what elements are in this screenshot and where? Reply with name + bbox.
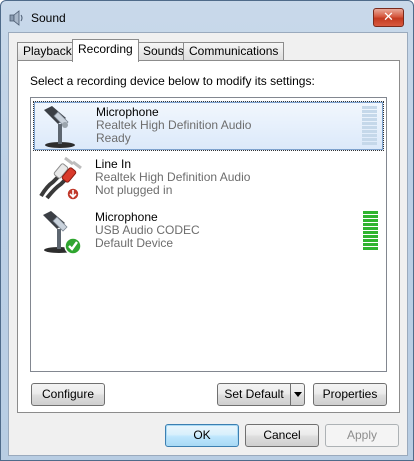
device-text: Line In Realtek High Definition Audio No… [95, 158, 250, 197]
level-meter-segment [363, 211, 378, 214]
speaker-icon [9, 10, 23, 26]
level-meter-segment [362, 134, 377, 137]
apply-label: Apply [346, 428, 378, 442]
device-item-microphone-realtek[interactable]: Microphone Realtek High Definition Audio… [33, 101, 384, 151]
device-text: Microphone USB Audio CODEC Default Devic… [95, 211, 200, 250]
configure-label: Configure [41, 387, 95, 401]
title-bar[interactable]: Sound ✕ [1, 1, 413, 33]
set-default-split-button[interactable]: Set Default [217, 383, 305, 406]
device-status: Default Device [95, 236, 174, 250]
device-item-line-in[interactable]: Line In Realtek High Definition Audio No… [33, 154, 384, 204]
level-meter-segment [363, 219, 378, 222]
device-status: Ready [96, 131, 131, 145]
level-meter-segment [363, 231, 378, 234]
device-item-microphone-usb[interactable]: Microphone USB Audio CODEC Default Devic… [33, 207, 384, 257]
tab-playback[interactable]: Playback [17, 42, 78, 61]
chevron-down-icon[interactable] [290, 384, 304, 405]
set-default-label: Set Default [224, 387, 284, 401]
ok-label: OK [193, 428, 211, 442]
tab-recording[interactable]: Recording [72, 39, 139, 62]
properties-button[interactable]: Properties [313, 383, 387, 406]
level-meter-segment [362, 126, 377, 129]
level-meter [363, 211, 378, 251]
level-meter-segment [362, 138, 377, 141]
level-meter-segment [363, 243, 378, 246]
dialog-client-area: Playback Recording Sounds Communications… [8, 32, 408, 456]
level-meter-segment [362, 130, 377, 133]
level-meter [362, 106, 377, 146]
line-in-jack-icon [39, 156, 82, 201]
tab-communications[interactable]: Communications [183, 42, 285, 61]
close-icon: ✕ [383, 10, 394, 25]
microphone-icon [44, 106, 75, 148]
cancel-label: Cancel [263, 428, 301, 442]
ok-button[interactable]: OK [165, 424, 239, 447]
sound-dialog-window: Sound ✕ Playback Recording Sounds Commun… [0, 0, 414, 461]
level-meter-segment [363, 235, 378, 238]
tab-sounds[interactable]: Sounds [137, 42, 190, 61]
level-meter-segment [362, 114, 377, 117]
level-meter-segment [362, 110, 377, 113]
level-meter-segment [363, 223, 378, 226]
apply-button[interactable]: Apply [325, 424, 399, 447]
level-meter-segment [362, 118, 377, 121]
level-meter-segment [363, 247, 378, 250]
device-status: Not plugged in [95, 183, 173, 197]
level-meter-segment [363, 227, 378, 230]
device-list[interactable]: Microphone Realtek High Definition Audio… [30, 97, 387, 372]
close-button[interactable]: ✕ [373, 8, 404, 27]
microphone-default-icon [43, 211, 82, 255]
device-text: Microphone Realtek High Definition Audio… [96, 106, 251, 145]
configure-button[interactable]: Configure [31, 383, 105, 406]
instructions-text: Select a recording device below to modif… [30, 74, 315, 88]
level-meter-segment [362, 106, 377, 109]
level-meter-segment [362, 142, 377, 145]
level-meter-segment [363, 215, 378, 218]
level-meter-segment [362, 122, 377, 125]
properties-label: Properties [322, 387, 378, 401]
level-meter-segment [363, 239, 378, 242]
window-title: Sound [31, 11, 66, 25]
cancel-button[interactable]: Cancel [245, 424, 319, 447]
recording-panel: Select a recording device below to modif… [17, 60, 400, 413]
